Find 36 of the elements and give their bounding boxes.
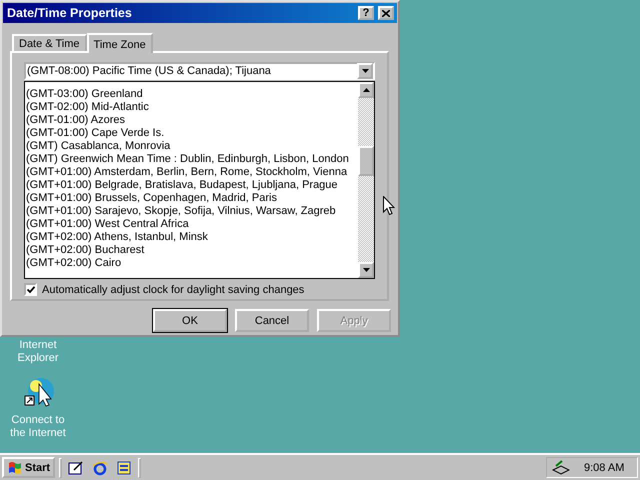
- start-button[interactable]: Start: [2, 457, 56, 478]
- timezone-option[interactable]: (GMT) Greenwich Mean Time : Dublin, Edinburgh, Lisbon, London: [25, 153, 358, 166]
- timezone-option[interactable]: (GMT-01:00) Cape Verde Is.: [25, 127, 358, 140]
- window-title: Date/Time Properties: [7, 6, 133, 20]
- timezone-option[interactable]: (GMT+02:00) Athens, Istanbul, Minsk: [25, 231, 358, 244]
- close-button[interactable]: [378, 6, 394, 20]
- timezone-option[interactable]: (GMT) Casablanca, Monrovia: [25, 140, 358, 153]
- dialog-button[interactable]: OK: [153, 309, 227, 332]
- timezone-option[interactable]: (GMT+01:00) Brussels, Copenhagen, Madrid, Paris: [25, 192, 358, 205]
- timezone-option[interactable]: (GMT-01:00) Azores: [25, 114, 358, 127]
- tab[interactable]: Time Zone: [86, 33, 153, 53]
- checkbox[interactable]: [24, 283, 37, 296]
- timezone-option[interactable]: (GMT+02:00) Bucharest: [25, 244, 358, 257]
- help-button[interactable]: ?: [358, 6, 374, 20]
- timezone-option[interactable]: (GMT+01:00) Belgrade, Bratislava, Budapest, Ljubljana, Prague: [25, 179, 358, 192]
- windows-flag-icon[interactable]: [7, 460, 23, 474]
- timezone-option[interactable]: (GMT+02:00) Cairo: [25, 257, 358, 270]
- close-icon[interactable]: [382, 10, 390, 16]
- scroll-up-button[interactable]: [358, 82, 374, 98]
- network-icon[interactable]: [552, 460, 570, 476]
- down-arrow-icon[interactable]: [362, 69, 368, 73]
- scroll-down-button[interactable]: [358, 262, 374, 278]
- scroll-thumb[interactable]: [358, 146, 374, 176]
- timezone-dropdown[interactable]: (GMT-08:00) Pacific Time (US & Canada); Tijuana: [24, 62, 375, 80]
- up-arrow-icon[interactable]: [362, 88, 370, 92]
- timezone-option[interactable]: (GMT-03:00) Greenland: [25, 88, 358, 101]
- checkbox-label: Automatically adjust clock for daylight saving changes: [42, 284, 304, 296]
- timezone-option[interactable]: (GMT+01:00) Sarajevo, Skopje, Sofija, Vilnius, Warsaw, Zagreb: [25, 205, 358, 218]
- down-arrow-icon[interactable]: [362, 268, 370, 272]
- tab[interactable]: Date & Time: [12, 34, 87, 51]
- scrollbar[interactable]: [358, 82, 374, 278]
- timezone-option[interactable]: (GMT+01:00) West Central Africa: [25, 218, 358, 231]
- timezone-option[interactable]: (GMT+01:00) Amsterdam, Berlin, Bern, Rome, Stockholm, Vienna: [25, 166, 358, 179]
- timezone-option[interactable]: (GMT-02:00) Mid-Atlantic: [25, 101, 358, 114]
- dropdown-button[interactable]: [357, 63, 373, 79]
- dialog-button[interactable]: Cancel: [235, 309, 309, 332]
